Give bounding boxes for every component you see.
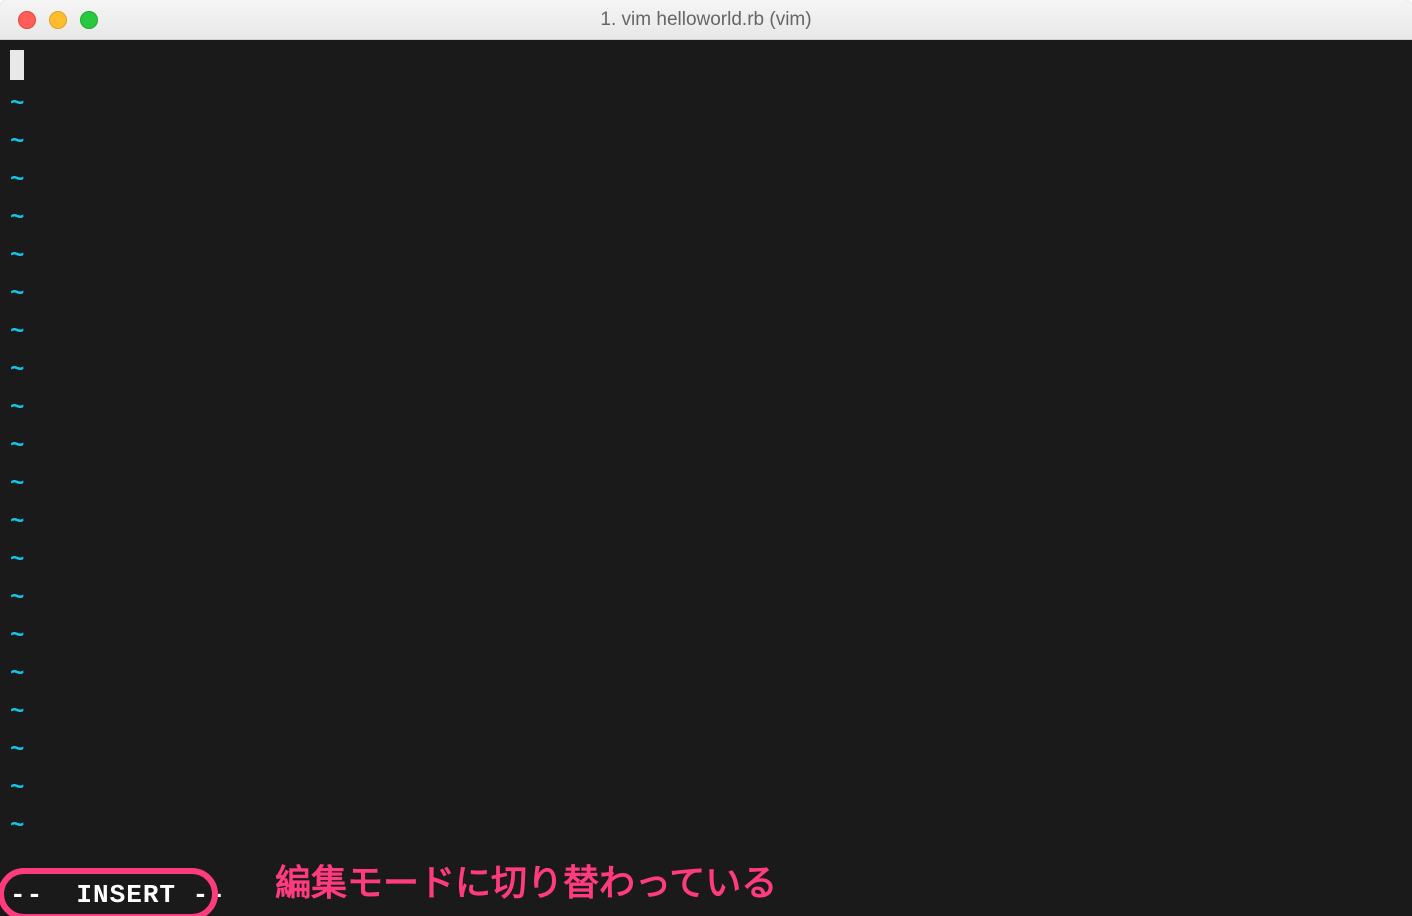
empty-line-tilde: ~ [10, 466, 1402, 504]
minimize-icon[interactable] [49, 11, 67, 29]
empty-line-tilde: ~ [10, 124, 1402, 162]
empty-line-tilde: ~ [10, 808, 1402, 846]
empty-line-tilde: ~ [10, 390, 1402, 428]
empty-line-tilde: ~ [10, 542, 1402, 580]
empty-line-tilde: ~ [10, 352, 1402, 390]
empty-line-tilde: ~ [10, 276, 1402, 314]
empty-line-tilde: ~ [10, 238, 1402, 276]
empty-line-tilde: ~ [10, 428, 1402, 466]
terminal-window: 1. vim helloworld.rb (vim) ~~~~~~~~~~~~~… [0, 0, 1412, 916]
zoom-icon[interactable] [80, 11, 98, 29]
empty-line-tilde: ~ [10, 86, 1402, 124]
window-titlebar: 1. vim helloworld.rb (vim) [0, 0, 1412, 40]
close-icon[interactable] [18, 11, 36, 29]
empty-line-tilde: ~ [10, 770, 1402, 808]
empty-line-tilde: ~ [10, 200, 1402, 238]
cursor-line[interactable] [10, 48, 1402, 86]
vim-status-line: -- INSERT -- [0, 874, 1412, 916]
empty-line-tilde: ~ [10, 656, 1402, 694]
empty-line-tilde: ~ [10, 162, 1402, 200]
window-title: 1. vim helloworld.rb (vim) [600, 9, 811, 31]
empty-line-tilde: ~ [10, 694, 1402, 732]
text-cursor [10, 50, 24, 80]
traffic-lights [0, 11, 98, 29]
empty-line-tilde: ~ [10, 504, 1402, 542]
vim-mode-text: -- INSERT -- [10, 876, 226, 914]
empty-line-tilde: ~ [10, 618, 1402, 656]
empty-line-tilde: ~ [10, 314, 1402, 352]
empty-line-tilde: ~ [10, 732, 1402, 770]
editor-content[interactable]: ~~~~~~~~~~~~~~~~~~~~ [0, 40, 1412, 916]
empty-line-tilde: ~ [10, 580, 1402, 618]
vim-editor[interactable]: ~~~~~~~~~~~~~~~~~~~~ -- INSERT -- 編集モードに… [0, 40, 1412, 916]
